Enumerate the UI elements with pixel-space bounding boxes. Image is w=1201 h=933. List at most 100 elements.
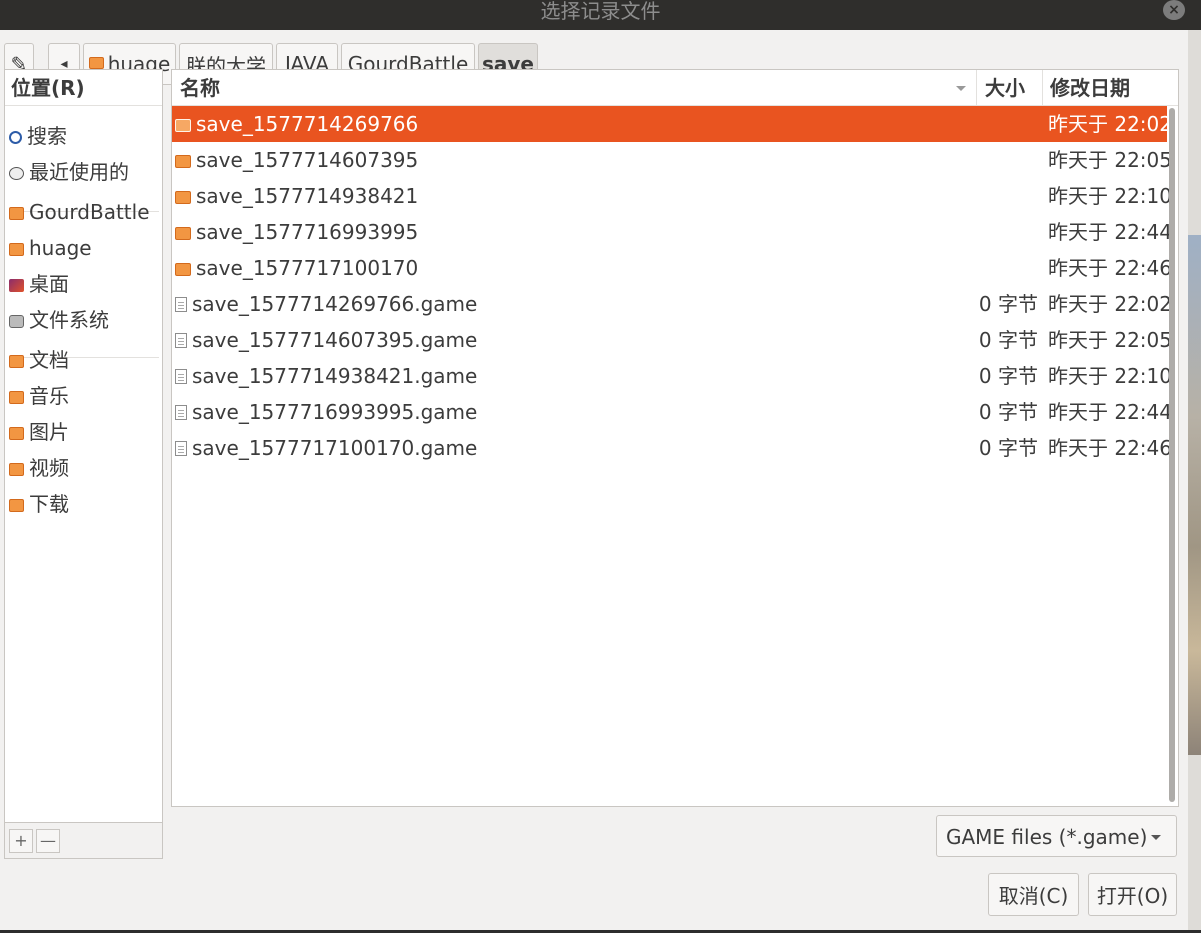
desktop-background <box>1188 30 1201 933</box>
dropdown-arrow-icon <box>1151 835 1161 840</box>
sidebar-item-pictures[interactable]: 图片 <box>5 414 162 450</box>
folder-icon <box>175 227 191 240</box>
places-footer: + — <box>5 822 162 858</box>
file-date: 昨天于 22:10 <box>1048 364 1172 388</box>
folder-icon <box>9 207 24 220</box>
file-filter-value: GAME files (*.game) <box>946 825 1148 849</box>
file-date: 昨天于 22:46 <box>1048 436 1172 460</box>
file-date: 昨天于 22:46 <box>1048 256 1172 280</box>
search-icon <box>9 131 22 144</box>
sidebar-item-label: GourdBattle <box>29 200 150 224</box>
file-name: save_1577714938421.game <box>192 364 478 388</box>
file-name-cell: save_1577714607395.game <box>175 322 477 358</box>
file-row[interactable]: save_1577714269766.game 0 字节 昨天于 22:02 <box>172 286 1172 322</box>
remove-bookmark-button[interactable]: — <box>36 829 60 853</box>
column-header-date[interactable]: 修改日期 <box>1042 70 1168 106</box>
folder-icon <box>9 427 24 440</box>
cancel-button[interactable]: 取消(C) <box>988 873 1079 916</box>
file-row[interactable]: save_1577716993995 昨天于 22:44 <box>172 214 1172 250</box>
column-header-size[interactable]: 大小 <box>977 70 1042 106</box>
sidebar-item-search[interactable]: 搜索 <box>5 118 162 154</box>
file-row[interactable]: save_1577717100170 昨天于 22:46 <box>172 250 1172 286</box>
file-date: 昨天于 22:02 <box>1048 292 1172 316</box>
file-date: 昨天于 22:02 <box>1048 112 1172 136</box>
sidebar-item-videos[interactable]: 视频 <box>5 450 162 486</box>
file-name: save_1577716993995.game <box>192 400 478 424</box>
folder-icon <box>9 391 24 404</box>
file-date: 昨天于 22:05 <box>1048 328 1172 352</box>
add-bookmark-button[interactable]: + <box>9 829 33 853</box>
file-size: 0 字节 <box>978 328 1038 352</box>
file-date: 昨天于 22:05 <box>1048 148 1172 172</box>
file-date: 昨天于 22:44 <box>1048 220 1172 244</box>
document-icon <box>175 297 187 312</box>
file-size: 0 字节 <box>978 400 1038 424</box>
sidebar-item-label: 文档 <box>29 348 69 372</box>
file-name: save_1577717100170.game <box>192 436 478 460</box>
vertical-scrollbar[interactable] <box>1169 108 1175 802</box>
file-size: 0 字节 <box>978 364 1038 388</box>
places-sidebar: 位置(R) 搜索 最近使用的 GourdBattle huage 桌面 文件系统… <box>4 69 163 859</box>
file-name-cell: save_1577717100170 <box>175 250 418 286</box>
close-icon[interactable]: × <box>1163 0 1185 20</box>
document-icon <box>175 441 187 456</box>
file-name-cell: save_1577714938421.game <box>175 358 477 394</box>
sidebar-item-filesystem[interactable]: 文件系统 <box>5 302 162 338</box>
file-row[interactable]: save_1577714607395 昨天于 22:05 <box>172 142 1172 178</box>
sidebar-item-downloads[interactable]: 下载 <box>5 486 162 522</box>
file-name: save_1577714269766.game <box>192 292 478 316</box>
folder-icon <box>9 499 24 512</box>
file-name-cell: save_1577716993995.game <box>175 394 477 430</box>
sidebar-item-documents[interactable]: 文档 <box>5 342 162 378</box>
sidebar-item-huage[interactable]: huage <box>5 230 162 266</box>
file-name-cell: save_1577716993995 <box>175 214 418 250</box>
drive-icon <box>9 315 24 328</box>
sidebar-item-label: 桌面 <box>29 272 69 296</box>
file-date: 昨天于 22:44 <box>1048 400 1172 424</box>
file-name-cell: save_1577717100170.game <box>175 430 477 466</box>
sidebar-item-label: 视频 <box>29 456 69 480</box>
folder-icon <box>9 463 24 476</box>
folder-icon <box>175 191 191 204</box>
sidebar-item-gourdbattle[interactable]: GourdBattle <box>5 194 162 230</box>
column-header-name[interactable]: 名称 <box>172 70 976 106</box>
file-name: save_1577714938421 <box>196 184 419 208</box>
file-row[interactable]: save_1577717100170.game 0 字节 昨天于 22:46 <box>172 430 1172 466</box>
file-row[interactable]: save_1577714938421.game 0 字节 昨天于 22:10 <box>172 358 1172 394</box>
file-name: save_1577714607395 <box>196 148 419 172</box>
sidebar-item-label: 最近使用的 <box>29 160 129 184</box>
background-window <box>1188 235 1201 755</box>
file-size: 0 字节 <box>978 292 1038 316</box>
folder-icon <box>175 263 191 276</box>
places-header: 位置(R) <box>5 70 162 106</box>
file-name: save_1577716993995 <box>196 220 419 244</box>
recent-icon <box>9 167 24 180</box>
document-icon <box>175 405 187 420</box>
desktop-icon <box>9 279 24 292</box>
file-date: 昨天于 22:10 <box>1048 184 1172 208</box>
sidebar-item-recent[interactable]: 最近使用的 <box>5 154 162 190</box>
file-row[interactable]: save_1577714938421 昨天于 22:10 <box>172 178 1172 214</box>
file-name: save_1577714269766 <box>196 112 419 136</box>
file-name-cell: save_1577714938421 <box>175 178 418 214</box>
open-button[interactable]: 打开(O) <box>1088 873 1177 916</box>
sidebar-item-label: 文件系统 <box>29 308 109 332</box>
column-header-row: 名称 大小 修改日期 <box>172 70 1178 106</box>
sidebar-item-label: 下载 <box>29 492 69 516</box>
file-filter-dropdown[interactable]: GAME files (*.game) <box>936 815 1177 857</box>
file-row[interactable]: save_1577714269766 昨天于 22:02 <box>172 106 1172 142</box>
sidebar-item-desktop[interactable]: 桌面 <box>5 266 162 302</box>
file-size: 0 字节 <box>978 436 1038 460</box>
cancel-button-label: 取消(C) <box>998 884 1069 908</box>
window-title: 选择记录文件 <box>540 0 661 23</box>
file-name-cell: save_1577714269766.game <box>175 286 477 322</box>
file-row[interactable]: save_1577716993995.game 0 字节 昨天于 22:44 <box>172 394 1172 430</box>
sidebar-item-music[interactable]: 音乐 <box>5 378 162 414</box>
sidebar-item-label: 图片 <box>29 420 69 444</box>
file-name: save_1577714607395.game <box>192 328 478 352</box>
file-list: 名称 大小 修改日期 save_1577714269766 昨天于 22:02 … <box>171 69 1179 807</box>
file-row[interactable]: save_1577714607395.game 0 字节 昨天于 22:05 <box>172 322 1172 358</box>
plus-icon: + <box>14 831 28 850</box>
minus-icon: — <box>40 831 56 850</box>
document-icon <box>175 333 187 348</box>
